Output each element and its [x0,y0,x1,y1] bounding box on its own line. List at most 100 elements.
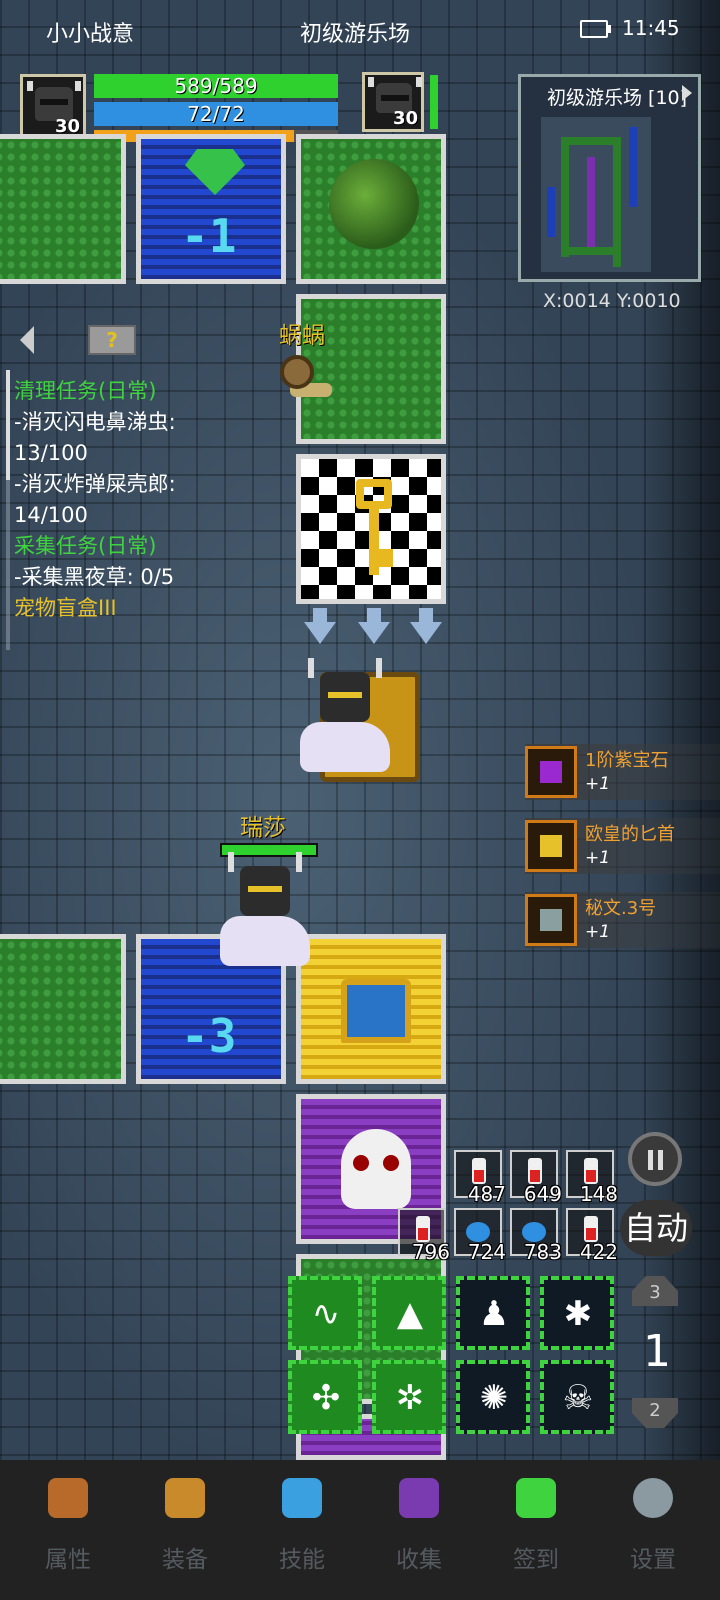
down-arrow-icon [358,608,390,644]
potion-slot[interactable]: 649 [510,1150,562,1206]
green-gem-icon [185,149,245,195]
potion-slot[interactable]: 148 [566,1150,618,1206]
nav-label: 签到 [513,1547,559,1573]
battery-icon [580,20,611,38]
nav-item[interactable]: 技能 [244,1478,360,1588]
nav-item[interactable]: 装备 [127,1478,243,1588]
potion-slot[interactable]: 796 [398,1208,450,1264]
dagger-icon [525,820,577,872]
expand-arrow-icon[interactable] [682,85,692,101]
snail-monster[interactable] [280,355,332,403]
purple-gem-icon [525,746,577,798]
coordinates: X:0014 Y:0010 [543,290,681,312]
treasure-chest-icon [341,979,411,1043]
pet-portrait[interactable]: 30 [362,72,424,132]
bush-tile [296,134,446,284]
bag-icon [165,1478,205,1518]
minimap[interactable]: 初级游乐场 [10] [518,74,701,282]
quest-list[interactable]: 清理任务(日常) -消灭闪电鼻涕虫: 13/100 -消灭炸弹屎壳郎: 14/100 采集… [14,376,176,624]
pet-hp-bar [430,75,438,129]
summon-skill-icon: ♟ [478,1294,510,1334]
skill-slot[interactable]: ✣ [288,1360,362,1434]
nav-item[interactable]: 属性 [10,1478,126,1588]
nav-label: 设置 [630,1547,676,1573]
clock: 11:45 [622,16,680,40]
quest-line: -采集黑夜草: 0/5 [14,565,175,589]
green-gem-icon [516,1478,556,1518]
bug-skill-icon: ✲ [395,1378,425,1418]
loot-entry: 欧皇的匕首 +1 [525,818,720,874]
skill-slot[interactable]: ✲ [372,1360,446,1434]
skill-slot[interactable]: ☠ [540,1360,614,1434]
loot-count: +1 [585,922,611,942]
treasure-tile [296,934,446,1084]
loot-entry: 秘文.3号 +1 [525,892,720,948]
potion-count: 148 [579,1182,618,1206]
health-potion-icon [584,1216,598,1242]
potion-count: 649 [523,1182,562,1206]
down-arrow-icon [304,608,336,644]
app-name: 小小战意 [46,22,135,47]
demon-skill-icon: ☠ [562,1378,594,1418]
rune-stone-icon [525,894,577,946]
potion-count: 724 [467,1240,506,1264]
quest-line: -消灭炸弹屎壳郎: [14,472,176,496]
current-floor: 1 [643,1326,671,1377]
quest-help-button[interactable]: ? [88,325,136,355]
beast-skill-icon: ✱ [563,1294,593,1334]
potion-count: 487 [467,1182,506,1206]
player-name: 瑞莎 [240,815,286,841]
pet-knight[interactable] [300,658,390,782]
bottom-nav: 属性 装备 技能 收集 签到 设置 [0,1460,720,1600]
skill-slot[interactable]: ✺ [456,1360,530,1434]
loot-count: +1 [585,774,611,794]
nav-item[interactable]: 收集 [361,1478,477,1588]
loot-name: 秘文.3号 [585,898,657,919]
pet-level: 30 [392,108,418,129]
health-potion-icon [472,1158,486,1184]
quest-line: 清理任务(日常) [14,379,157,403]
bush-icon [329,159,419,249]
health-potion-icon [416,1216,430,1242]
spider-skill-icon: ✺ [479,1378,509,1418]
location-name: 初级游乐场 [300,22,411,47]
potion-slot[interactable]: 724 [454,1208,506,1264]
skull-icon [341,1129,411,1209]
pause-button[interactable] [628,1132,682,1186]
gear-icon [633,1478,673,1518]
collapse-quest-icon[interactable] [20,326,34,354]
player-portrait[interactable]: 30 [20,74,86,140]
potion-count: 796 [411,1240,450,1264]
potion-count: 783 [523,1240,562,1264]
nav-item[interactable]: 设置 [595,1478,711,1588]
dragon-skill-icon: ∿ [311,1294,341,1334]
nav-label: 技能 [279,1547,325,1573]
grass-tile [0,134,126,284]
minimap-title: 初级游乐场 [10] [547,87,688,109]
auto-button[interactable]: 自动 [620,1200,692,1256]
player-knight[interactable] [220,852,310,976]
skill-slot[interactable]: ♟ [456,1276,530,1350]
crab-skill-icon: ✣ [311,1378,341,1418]
key-icon [356,479,393,579]
monster-name: 蜗蜗 [279,323,325,349]
health-potion-icon [584,1158,598,1184]
loot-entry: 1阶紫宝石 +1 [525,744,720,800]
key-tile [296,454,446,604]
tile-value: -3 [181,1009,237,1063]
nav-item[interactable]: 签到 [478,1478,594,1588]
mp-bar: 72/72 [94,102,338,126]
potion-slot[interactable]: 422 [566,1208,618,1264]
tile-value: -1 [181,209,237,263]
skill-slot[interactable]: ▲ [372,1276,446,1350]
skill-slot[interactable]: ∿ [288,1276,362,1350]
quest-line: 13/100 [14,441,88,465]
loot-name: 欧皇的匕首 [585,824,675,845]
skill-slot[interactable]: ✱ [540,1276,614,1350]
potion-slot[interactable]: 487 [454,1150,506,1206]
health-potion-icon [528,1158,542,1184]
potion-slot[interactable]: 783 [510,1208,562,1264]
nav-label: 装备 [162,1547,208,1573]
grass-tile [0,934,126,1084]
quest-scrollbar[interactable] [6,370,10,650]
